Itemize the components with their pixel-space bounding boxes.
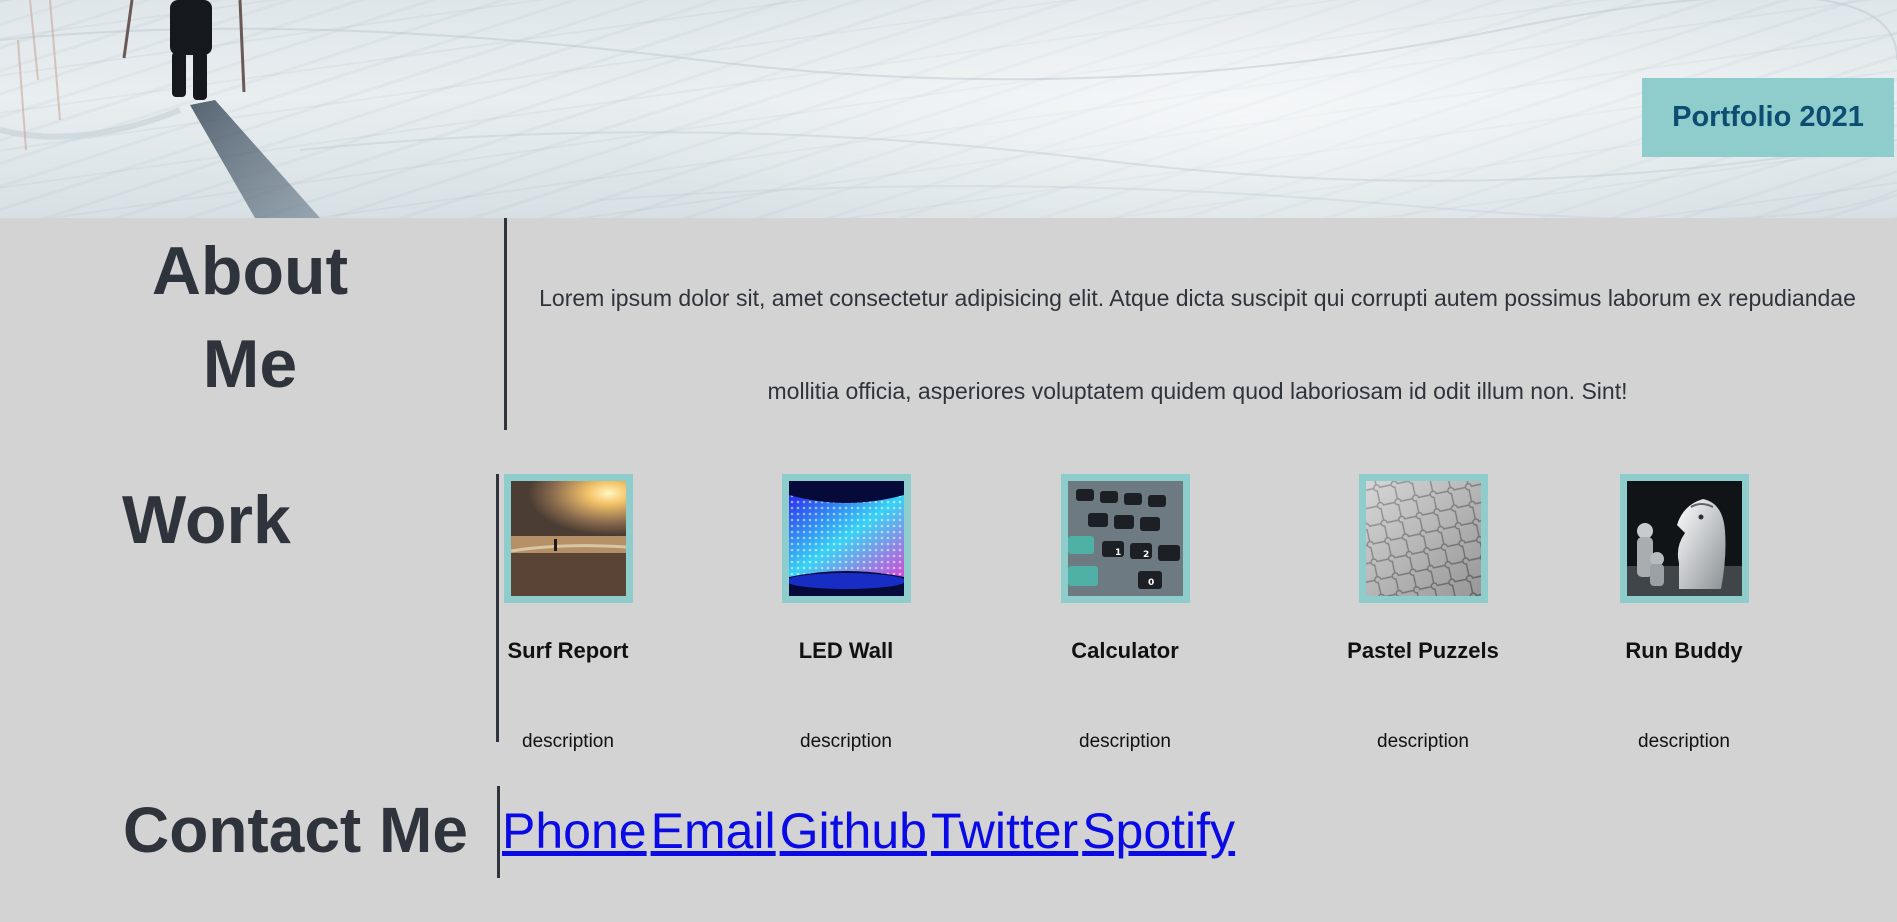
beach-sunset-image[interactable] — [503, 474, 633, 603]
project-card[interactable]: Pastel Puzzels description — [1308, 474, 1538, 753]
project-title: Run Buddy — [1625, 638, 1743, 663]
contact-heading: Contact Me — [123, 794, 468, 866]
project-description: description — [800, 731, 892, 752]
svg-text:2: 2 — [1143, 550, 1149, 560]
hero-banner: Portfolio 2021 — [0, 0, 1897, 218]
project-card[interactable]: 1 2 0 Calculator description — [1010, 474, 1240, 753]
twitter-link[interactable]: Twitter — [931, 803, 1078, 859]
phone-link[interactable]: Phone — [502, 803, 647, 859]
about-heading-line1: About — [151, 233, 349, 309]
calculator-keys-image[interactable]: 1 2 0 — [1060, 474, 1190, 603]
project-card[interactable]: Surf Report description — [453, 474, 683, 753]
puzzle-pieces-image[interactable] — [1358, 474, 1488, 603]
project-description: description — [1638, 731, 1730, 752]
email-link[interactable]: Email — [651, 803, 776, 859]
project-description: description — [1079, 731, 1171, 752]
about-heading: About Me — [125, 225, 375, 411]
portfolio-badge: Portfolio 2021 — [1642, 78, 1894, 157]
contact-divider — [497, 786, 500, 878]
spotify-link[interactable]: Spotify — [1082, 803, 1235, 859]
project-description: description — [1377, 731, 1469, 752]
chess-knight-image[interactable] — [1619, 474, 1749, 603]
snow-hiker-image — [0, 0, 1897, 218]
about-divider — [504, 218, 507, 430]
project-title: Pastel Puzzels — [1347, 638, 1499, 663]
project-title: Calculator — [1071, 638, 1179, 663]
project-description: description — [522, 731, 614, 752]
about-heading-line2: Me — [202, 326, 298, 402]
github-link[interactable]: Github — [780, 803, 927, 859]
work-heading: Work — [122, 482, 291, 558]
project-card[interactable]: LED Wall description — [731, 474, 961, 753]
project-title: LED Wall — [798, 638, 894, 663]
contact-links: PhoneEmailGithubTwitterSpotify — [502, 800, 1239, 862]
project-card[interactable]: Run Buddy description — [1569, 474, 1799, 753]
project-title: Surf Report — [507, 638, 629, 663]
about-text: Lorem ipsum dolor sit, amet consectetur … — [539, 285, 1856, 404]
svg-text:0: 0 — [1148, 578, 1154, 588]
svg-text:1: 1 — [1115, 548, 1121, 558]
led-grid-image[interactable] — [781, 474, 911, 603]
